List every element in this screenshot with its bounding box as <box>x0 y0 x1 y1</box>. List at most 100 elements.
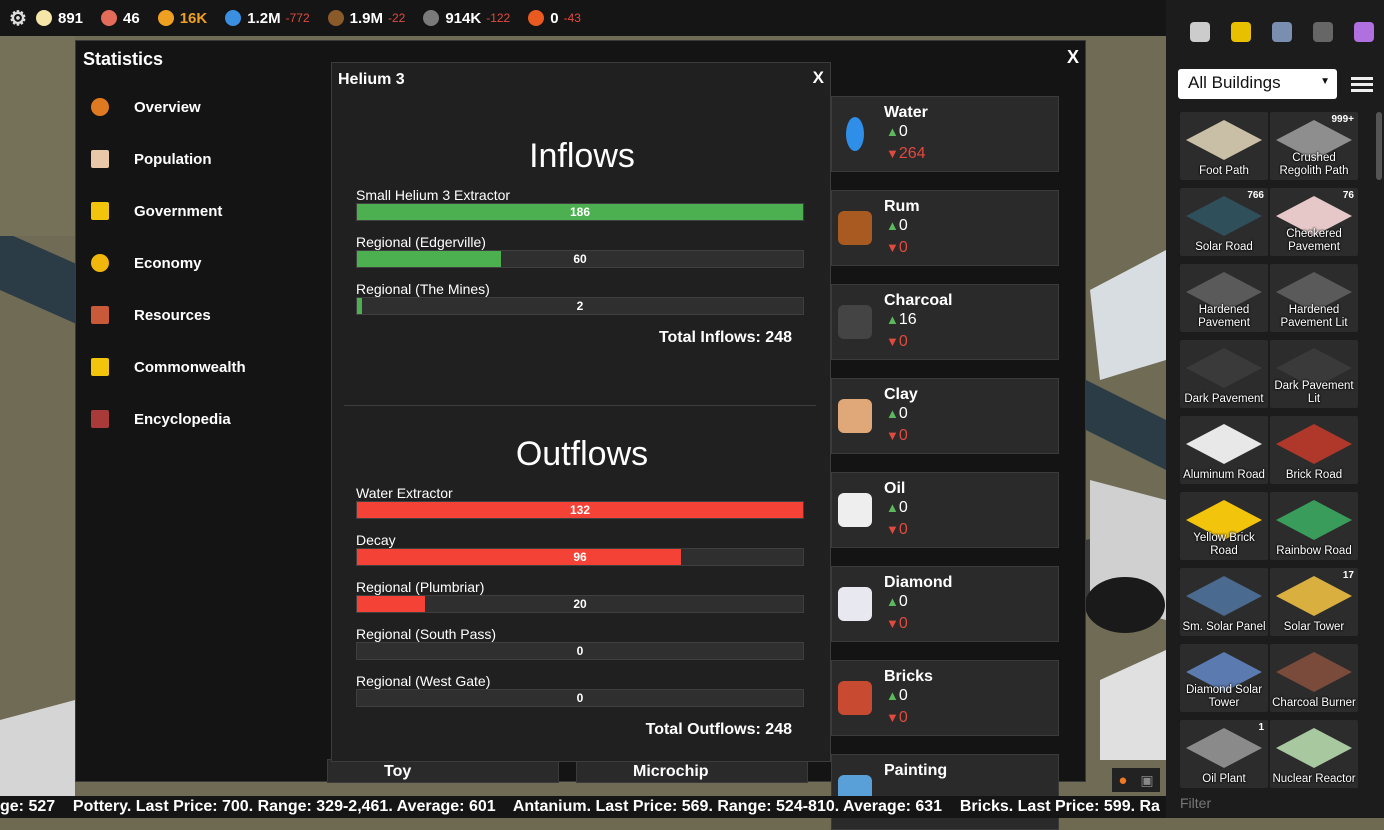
charcoal-icon <box>838 305 872 339</box>
filter-input[interactable]: Filter <box>1180 795 1211 811</box>
building-tile[interactable]: 1 Oil Plant <box>1180 720 1268 788</box>
building-name: Hardened Pavement <box>1198 304 1250 329</box>
building-tile[interactable]: Sm. Solar Panel <box>1180 568 1268 636</box>
flow-bar: 20 <box>356 595 804 613</box>
building-filter-dropdown[interactable]: All Buildings ▼ <box>1178 69 1337 99</box>
people-icon <box>101 10 118 26</box>
flow-value: 20 <box>573 597 587 611</box>
resource-name: Charcoal <box>884 292 953 309</box>
building-tile[interactable]: 17 Solar Tower <box>1270 568 1358 636</box>
resource-card-diamond[interactable]: Diamond ▲0 ▼0 <box>831 566 1059 642</box>
resource-outflow: ▼264 <box>886 145 926 163</box>
building-tile[interactable]: Hardened Pavement <box>1180 264 1268 332</box>
flow-row: Regional (Edgerville) 60 <box>356 234 804 268</box>
building-tile[interactable]: 76 Checkered Pavement <box>1270 188 1358 256</box>
chat-icon[interactable]: ● <box>1118 772 1127 789</box>
building-thumbnail <box>1186 576 1262 616</box>
resource-inflow-value: 0 <box>898 499 908 516</box>
resource-card-rum[interactable]: Rum ▲0 ▼0 <box>831 190 1059 266</box>
resource-outflow: ▼0 <box>886 615 908 633</box>
topbar-stat[interactable]: 1.9M -22 <box>327 10 405 27</box>
nav-label: Overview <box>134 98 201 116</box>
down-arrow-icon: ▼ <box>886 616 899 631</box>
build-category-icons <box>1166 0 1384 64</box>
rock-icon <box>423 10 440 26</box>
stat-value: 891 <box>58 9 84 27</box>
building-thumbnail <box>1276 576 1352 616</box>
build-panel-scrollbar[interactable] <box>1376 112 1382 180</box>
resource-card-bricks[interactable]: Bricks ▲0 ▼0 <box>831 660 1059 736</box>
screenshot-icon[interactable]: ▣ <box>1140 772 1153 789</box>
ticker-text: ge: 527 Pottery. Last Price: 700. Range:… <box>0 798 1160 815</box>
topbar-stat[interactable]: 1.2M -772 <box>225 9 310 27</box>
building-tile[interactable]: Brick Road <box>1270 416 1358 484</box>
building-tile[interactable]: Yellow Brick Road <box>1180 492 1268 560</box>
flow-label: Regional (Plumbriar) <box>356 579 485 595</box>
oil-barrel-icon <box>838 493 872 527</box>
nav-item-population[interactable]: Population <box>86 133 246 185</box>
resource-card-painting[interactable]: Painting <box>831 754 1059 830</box>
resource-inflow-value: 0 <box>898 687 908 704</box>
resource-card-clay[interactable]: Clay ▲0 ▼0 <box>831 378 1059 454</box>
up-arrow-icon: ▲ <box>886 594 899 609</box>
helium-window-title: Helium 3 <box>338 71 405 88</box>
microchip-card[interactable]: Microchip <box>576 759 808 783</box>
building-tile[interactable]: Rainbow Road <box>1270 492 1358 560</box>
pavement-icon[interactable] <box>1302 22 1343 42</box>
nav-item-encyclopedia[interactable]: Encyclopedia <box>86 393 246 445</box>
topbar-stat[interactable]: 891 <box>36 10 83 27</box>
helium-close-button[interactable]: X <box>813 68 824 88</box>
settings-gear-icon[interactable]: ⚙ <box>0 6 36 31</box>
building-tile[interactable]: Foot Path <box>1180 112 1268 180</box>
flask-icon[interactable] <box>1343 22 1384 42</box>
stat-value: 914K <box>445 9 482 27</box>
resource-card-water[interactable]: Water ▲0 ▼264 <box>831 96 1059 172</box>
topbar-stat[interactable]: 914K -122 <box>423 10 510 27</box>
resource-outflow-value: 264 <box>898 145 926 162</box>
nav-label: Economy <box>134 254 202 272</box>
building-tile[interactable]: Aluminum Road <box>1180 416 1268 484</box>
nav-label: Commonwealth <box>134 358 246 376</box>
building-thumbnail <box>1186 120 1262 160</box>
building-tile[interactable]: 766 Solar Road <box>1180 188 1268 256</box>
building-tile[interactable]: Nuclear Reactor <box>1270 720 1358 788</box>
building-count: 17 <box>1342 570 1354 581</box>
resource-card-oil[interactable]: Oil ▲0 ▼0 <box>831 472 1059 548</box>
resource-card-charcoal[interactable]: Charcoal ▲16 ▼0 <box>831 284 1059 360</box>
resource-name: Clay <box>884 386 918 403</box>
building-tile[interactable]: 999+ Crushed Regolith Path <box>1270 112 1358 180</box>
building-tile[interactable]: Dark Pavement Lit <box>1270 340 1358 408</box>
statistics-close-button[interactable]: X <box>1067 47 1079 68</box>
resource-inflow: ▲0 <box>886 593 908 611</box>
solar-panel-icon[interactable] <box>1262 22 1303 42</box>
bulldozer-icon[interactable] <box>1221 22 1262 42</box>
nav-item-commonwealth[interactable]: Commonwealth <box>86 341 246 393</box>
crown-icon <box>86 199 114 223</box>
building-tile[interactable]: Diamond Solar Tower <box>1180 644 1268 712</box>
resource-outflow: ▼0 <box>886 521 908 539</box>
toy-card[interactable]: Toy <box>327 759 559 783</box>
flow-row: Small Helium 3 Extractor 186 <box>356 187 804 221</box>
nav-item-resources[interactable]: Resources <box>86 289 246 341</box>
nav-item-overview[interactable]: Overview <box>86 81 246 133</box>
resource-name: Diamond <box>884 574 953 591</box>
resource-outflow: ▼0 <box>886 427 908 445</box>
topbar-stat[interactable]: 0 -43 <box>528 10 581 27</box>
bricks-icon <box>838 681 872 715</box>
building-tile[interactable]: Hardened Pavement Lit <box>1270 264 1358 332</box>
list-icon[interactable] <box>1351 74 1373 95</box>
building-name: Brick Road <box>1285 469 1343 481</box>
nav-item-government[interactable]: Government <box>86 185 246 237</box>
topbar-stat[interactable]: 46 <box>101 10 140 27</box>
topbar-stat[interactable]: 16K <box>157 10 207 27</box>
building-tile[interactable]: Charcoal Burner <box>1270 644 1358 712</box>
nav-item-economy[interactable]: Economy <box>86 237 246 289</box>
stat-value: 1.2M <box>247 9 281 27</box>
water-drop-icon <box>846 117 864 151</box>
market-ticker: ge: 527 Pottery. Last Price: 700. Range:… <box>0 796 1166 818</box>
building-tile[interactable]: Dark Pavement <box>1180 340 1268 408</box>
rocket-icon[interactable] <box>1180 22 1221 42</box>
building-name: Oil Plant <box>1202 773 1246 785</box>
lightning-icon <box>157 10 174 26</box>
down-arrow-icon: ▼ <box>886 146 899 161</box>
